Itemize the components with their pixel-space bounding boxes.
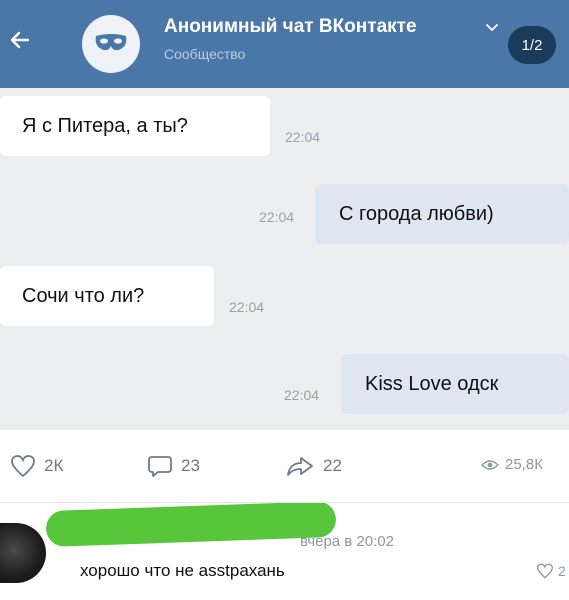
page-indicator-badge: 1/2 — [508, 26, 556, 64]
likes-count: 2К — [44, 456, 64, 475]
message-time: 22:04 — [285, 129, 321, 145]
comments-count: 23 — [181, 456, 200, 475]
arrow-left-icon[interactable] — [6, 26, 34, 54]
message-bubble-outgoing: Kiss Love одск — [341, 354, 569, 414]
message-bubble-outgoing: С города любви) — [315, 184, 569, 244]
message-bubble-incoming: Сочи что ли? — [0, 266, 214, 326]
community-avatar[interactable] — [82, 15, 140, 73]
comment-like-button[interactable]: 2 — [536, 563, 566, 579]
views-counter: 25,8К — [481, 456, 543, 473]
message-time: 22:04 — [284, 387, 320, 403]
message-bubble-incoming: Я с Питера, а ты? — [0, 96, 270, 156]
eye-icon — [481, 459, 499, 470]
comment-button[interactable]: 23 — [147, 454, 200, 478]
comment-likes-count: 2 — [558, 563, 566, 579]
message-time: 22:04 — [229, 299, 265, 315]
share-button[interactable]: 22 — [285, 454, 342, 478]
message-time: 22:04 — [259, 209, 295, 225]
views-count: 25,8К — [505, 456, 543, 473]
like-button[interactable]: 2К — [10, 454, 63, 478]
chevron-down-icon[interactable] — [486, 24, 498, 32]
comment-item: вчера в 20:02 хорошо что не asstрахань 2 — [0, 503, 569, 600]
shares-count: 22 — [323, 456, 342, 475]
heart-icon — [11, 455, 35, 478]
chat-screenshot: Я с Питера, а ты? 22:04 22:04 С города л… — [0, 88, 569, 430]
commenter-avatar[interactable] — [0, 523, 46, 583]
share-icon — [287, 457, 313, 476]
name-redaction-smudge — [45, 503, 337, 548]
post-actions-bar: 2К 23 22 25,8К — [0, 430, 569, 502]
community-subtitle: Сообщество — [164, 46, 246, 62]
mask-icon — [95, 34, 127, 51]
community-title[interactable]: Анонимный чат ВКонтакте — [164, 16, 417, 38]
heart-icon — [536, 563, 554, 579]
comment-text: хорошо что не asstрахань — [80, 561, 285, 580]
comment-icon — [148, 456, 172, 477]
app-header: Анонимный чат ВКонтакте Сообщество 1/2 — [0, 0, 569, 88]
